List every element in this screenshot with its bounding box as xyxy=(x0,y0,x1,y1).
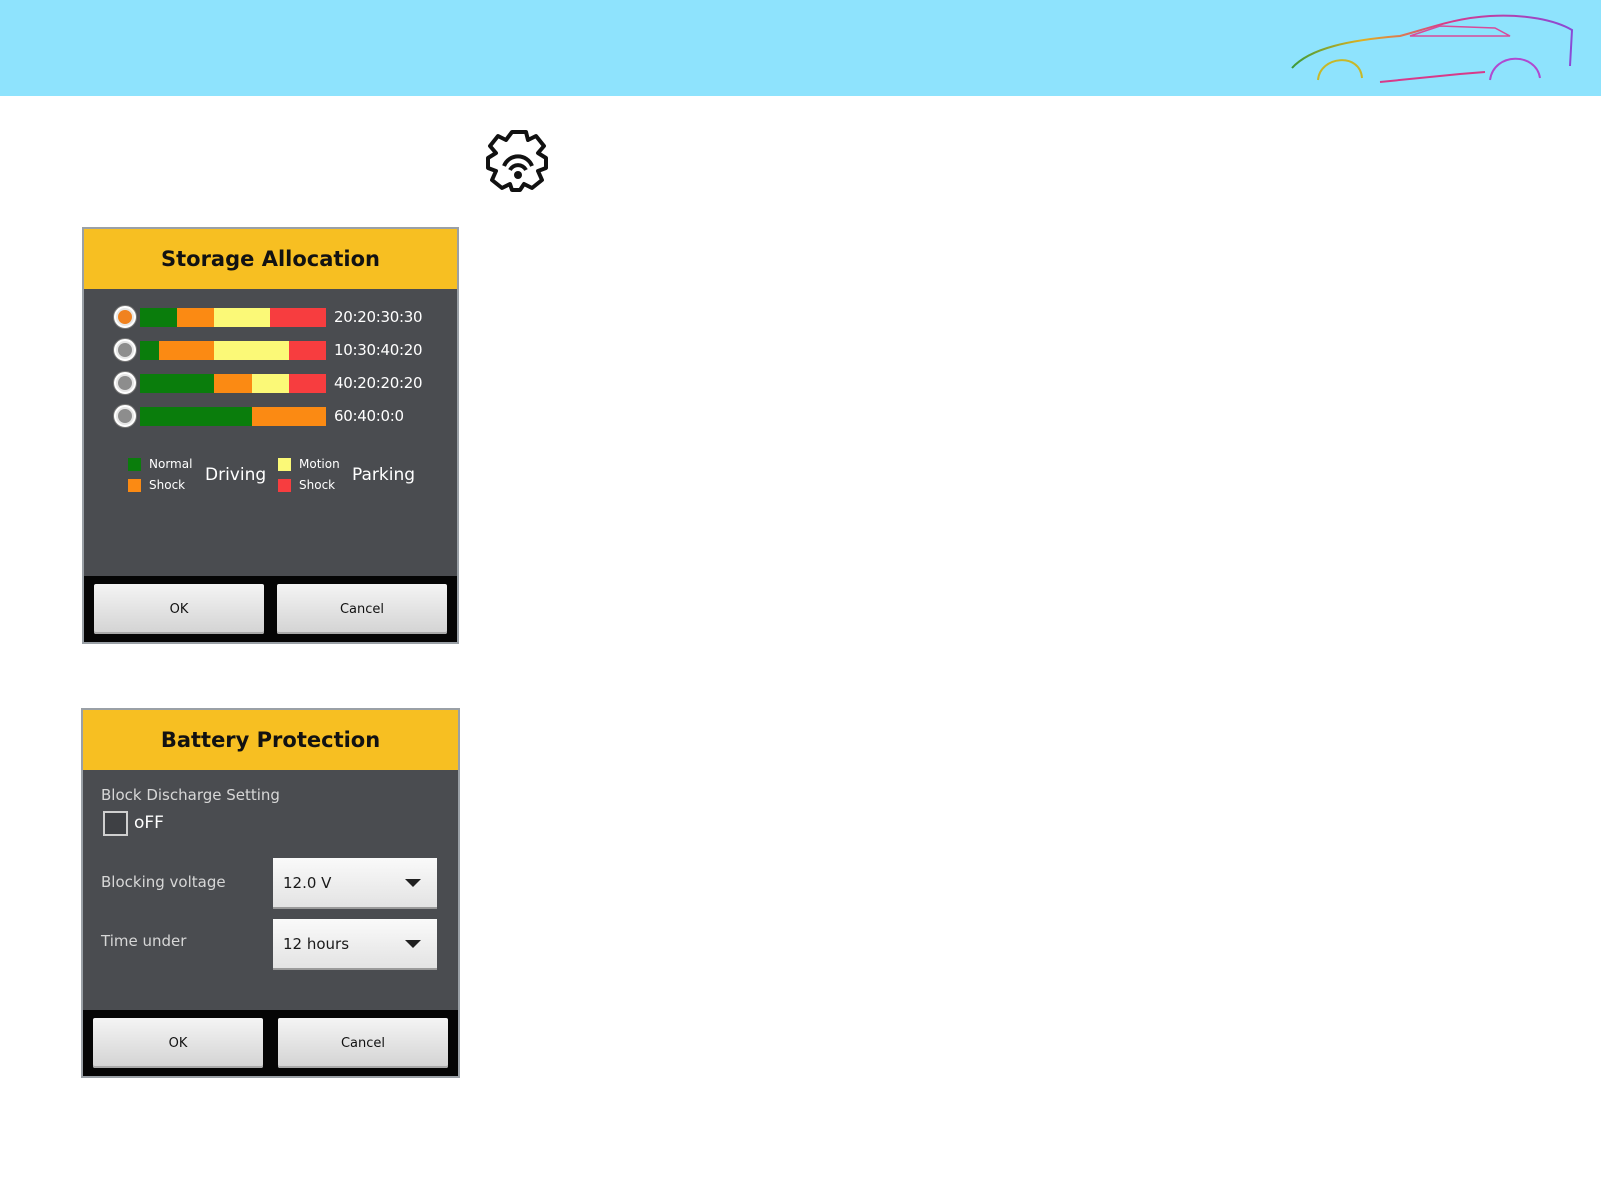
normal-segment xyxy=(140,406,252,426)
radio-button[interactable] xyxy=(114,372,136,394)
motion-segment xyxy=(214,307,271,327)
parking-shock-swatch xyxy=(278,478,291,492)
blocking-voltage-value: 12.0 V xyxy=(283,873,332,892)
ok-button[interactable]: OK xyxy=(94,584,264,634)
blocking-voltage-label: Blocking voltage xyxy=(101,873,226,891)
driving-shock-segment xyxy=(158,340,215,360)
allocation-label: 10:30:40:20 xyxy=(334,341,423,359)
legend-parking-shock: Shock xyxy=(278,478,335,492)
cancel-button[interactable]: Cancel xyxy=(278,1018,448,1068)
normal-segment xyxy=(140,340,159,360)
legend-driving-shock: Shock xyxy=(128,478,185,492)
allocation-bar xyxy=(140,406,326,426)
driving-shock-swatch xyxy=(128,478,141,492)
allocation-option-4[interactable]: 60:40:0:0 xyxy=(114,404,404,428)
car-logo-icon xyxy=(1291,14,1574,83)
settings-wifi-icon xyxy=(486,130,548,192)
ok-button[interactable]: OK xyxy=(93,1018,263,1068)
radio-button[interactable] xyxy=(114,339,136,361)
allocation-bar xyxy=(140,373,326,393)
checkbox-state-label: oFF xyxy=(134,813,164,833)
battery-dialog-title: Battery Protection xyxy=(83,710,458,770)
storage-dialog-title: Storage Allocation xyxy=(84,229,457,289)
radio-button[interactable] xyxy=(114,405,136,427)
radio-button[interactable] xyxy=(114,306,136,328)
chevron-down-icon xyxy=(405,879,421,887)
driving-shock-segment xyxy=(214,373,252,393)
cancel-button[interactable]: Cancel xyxy=(277,584,447,634)
storage-allocation-dialog: Storage Allocation 20:20:30:30 10:30:40:… xyxy=(82,227,459,644)
battery-dialog-footer: OK Cancel xyxy=(83,1010,458,1076)
parking-shock-segment xyxy=(288,373,326,393)
allocation-option-2[interactable]: 10:30:40:20 xyxy=(114,338,423,362)
legend-motion-label: Motion xyxy=(299,457,340,471)
parking-shock-segment xyxy=(288,340,326,360)
battery-protection-dialog: Battery Protection Block Discharge Setti… xyxy=(81,708,460,1078)
legend-normal-label: Normal xyxy=(149,457,193,471)
parking-shock-segment xyxy=(270,307,326,327)
blocking-voltage-dropdown[interactable]: 12.0 V xyxy=(273,858,437,907)
motion-segment xyxy=(251,373,289,393)
normal-segment xyxy=(140,307,178,327)
allocation-option-3[interactable]: 40:20:20:20 xyxy=(114,371,423,395)
time-under-value: 12 hours xyxy=(283,934,350,953)
top-banner xyxy=(0,0,1601,96)
allocation-label: 40:20:20:20 xyxy=(334,374,423,392)
legend-driving-shock-label: Shock xyxy=(149,478,186,492)
time-under-dropdown[interactable]: 12 hours xyxy=(273,919,437,968)
driving-shock-segment xyxy=(177,307,215,327)
allocation-option-1[interactable]: 20:20:30:30 xyxy=(114,305,423,329)
driving-shock-segment xyxy=(251,406,326,426)
allocation-label: 20:20:30:30 xyxy=(334,308,423,326)
chevron-down-icon xyxy=(405,940,421,948)
legend-parking-shock-label: Shock xyxy=(299,478,336,492)
normal-segment xyxy=(140,373,215,393)
legend-motion: Motion xyxy=(278,457,340,471)
legend-parking-label: Parking xyxy=(352,465,416,485)
legend-driving-label: Driving xyxy=(205,465,267,485)
legend-normal: Normal xyxy=(128,457,192,471)
block-discharge-label: Block Discharge Setting xyxy=(101,786,280,804)
motion-segment xyxy=(214,340,289,360)
normal-swatch xyxy=(128,457,141,471)
storage-dialog-footer: OK Cancel xyxy=(84,576,457,642)
block-discharge-checkbox[interactable] xyxy=(103,811,128,836)
motion-swatch xyxy=(278,457,291,471)
allocation-bar xyxy=(140,340,326,360)
allocation-bar xyxy=(140,307,326,327)
time-under-label: Time under xyxy=(101,932,187,950)
allocation-label: 60:40:0:0 xyxy=(334,407,404,425)
